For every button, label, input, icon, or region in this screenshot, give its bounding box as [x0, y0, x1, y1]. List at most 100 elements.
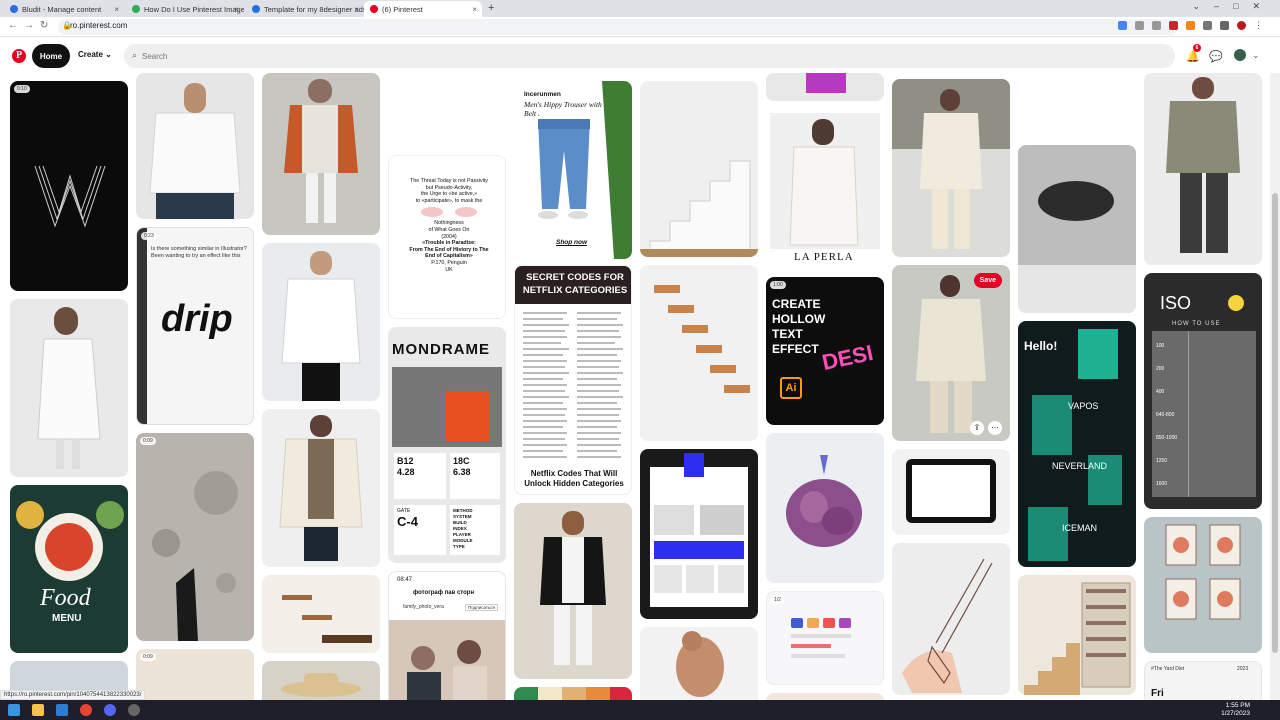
pin-drip-illustrator[interactable]: 0:23 Is there something similar in Illus… [136, 227, 254, 425]
url-box[interactable]: 🔒 [58, 19, 1178, 35]
pin-colorful-coat-runway[interactable] [262, 73, 380, 235]
window-controls[interactable]: ⌄–□✕ [1192, 1, 1274, 12]
pin-quote-poster[interactable]: The Threat Today is not Passivity but Ps… [388, 155, 506, 319]
quote-line: of What Goes On [428, 226, 470, 233]
extension-icon[interactable] [1169, 21, 1178, 30]
chrome-icon[interactable] [80, 704, 92, 716]
close-icon[interactable]: × [234, 5, 239, 14]
avatar[interactable] [1234, 49, 1246, 61]
pin-cream-coat[interactable] [262, 409, 380, 567]
pin-image [791, 618, 851, 658]
section-word: NEVERLAND [1052, 461, 1108, 471]
pin-coral-prints[interactable] [1144, 517, 1262, 653]
browser-tab-template[interactable]: Template for my 8designer ads × [246, 1, 364, 17]
pin-cream-suit-runway[interactable]: Save ⇪ ⋯ [892, 265, 1010, 441]
pin-white-staircase[interactable] [640, 81, 758, 257]
browser-tab-bludit[interactable]: Bludit - Manage content × [4, 1, 124, 17]
google-icon[interactable] [1118, 21, 1127, 30]
word: TYPE [453, 544, 465, 549]
pin-caption: Is there something similar in Illustrato… [151, 246, 247, 259]
sidebar-icon[interactable] [1220, 21, 1229, 30]
star-icon[interactable] [1152, 21, 1161, 30]
browser-tab-pinterest[interactable]: (6) Pinterest × [364, 1, 482, 17]
search-input[interactable] [142, 48, 542, 64]
home-button[interactable]: Home [32, 44, 70, 68]
pin-wire-vase[interactable] [892, 543, 1010, 695]
page-scrollbar[interactable] [1270, 73, 1280, 700]
pin-image [34, 165, 106, 228]
pin-cream-outfit-runway[interactable] [892, 79, 1010, 257]
video-duration-badge: 0:23 [141, 232, 157, 240]
pin-bookshelf-stairs[interactable] [1018, 575, 1136, 695]
pin-iso-guide[interactable]: ISO HOW TO USE 100 200 400 640-800 850-1… [1144, 273, 1262, 509]
pin-moon-surface[interactable]: 0:09 [136, 433, 254, 641]
new-tab-button[interactable]: + [488, 2, 494, 14]
pin-photographer-story[interactable]: 08:47 фотограф пав сторн family_photo_ve… [388, 571, 506, 700]
pin-dried-plant[interactable]: 0:09 [136, 649, 254, 700]
url-text[interactable]: ro.pinterest.com [70, 21, 127, 30]
mail-icon[interactable] [56, 704, 68, 716]
pin-floating-stairs[interactable] [262, 575, 380, 653]
metamask-icon[interactable] [1186, 21, 1195, 30]
save-button[interactable]: Save [973, 273, 1002, 288]
pin-logo-design-video[interactable]: 0:10 [10, 81, 128, 291]
pin-straw-hat[interactable] [262, 661, 380, 700]
puzzle-icon[interactable] [1203, 21, 1212, 30]
close-icon[interactable]: × [472, 5, 477, 14]
more-options-icon[interactable]: ⋯ [988, 421, 1002, 435]
chevron-down-icon[interactable]: ⌄ [1252, 50, 1260, 61]
pin-peach-card[interactable] [766, 693, 884, 700]
reload-icon[interactable]: ↻ [40, 20, 48, 31]
pin-netflix-codes[interactable]: SECRET CODES FOR NETFLIX CATEGORIES Netf… [514, 265, 632, 495]
pin-image [786, 455, 862, 547]
pin-nike-web-design[interactable] [640, 449, 758, 619]
messages-icon[interactable]: 💬 [1209, 50, 1223, 63]
pin-food-menu[interactable]: Food MENU [10, 485, 128, 653]
pin-la-perla[interactable]: LA PERLA [766, 109, 884, 269]
word-card: METHOD SYSTEM BUILD INDEX PLAYER MODULE … [450, 505, 500, 555]
browser-tab-how-do-i-use[interactable]: How Do I Use Pinterest Images × [126, 1, 244, 17]
pin-purple-fashion[interactable] [766, 73, 884, 101]
pin-white-blazer[interactable] [262, 243, 380, 401]
pin-color-palette[interactable] [514, 687, 632, 700]
share-icon[interactable]: ⇪ [970, 421, 984, 435]
pin-hollow-text-effect[interactable]: 1:00 CREATE HOLLOW TEXT EFFECT Ai DESI [766, 277, 884, 425]
create-menu-button[interactable]: Create ⌄ [78, 50, 112, 59]
pin-hippy-trouser-ad[interactable]: Incerunmen Men's Hippy Trouser with Belt… [514, 81, 632, 259]
pin-ui-dashboard[interactable]: 1/2 [766, 591, 884, 685]
pin-white-robe-runway[interactable] [10, 299, 128, 477]
discord-icon[interactable] [104, 704, 116, 716]
windows-start-icon[interactable] [8, 704, 20, 716]
pin-teal-web-design[interactable]: Hello! VAPOS NEVERLAND ICEMAN [1018, 321, 1136, 567]
menu-icon[interactable]: ⋮ [1254, 20, 1263, 31]
forward-icon[interactable]: → [24, 20, 34, 31]
pin-stone-sculpture[interactable] [1018, 145, 1136, 313]
share-icon[interactable] [1135, 21, 1144, 30]
close-icon[interactable]: × [114, 5, 119, 14]
pin-muscle-pose[interactable] [640, 627, 758, 700]
extensions-area: ⋮ [1118, 20, 1263, 31]
pin-image [540, 511, 606, 665]
pin-garlic-bag[interactable] [766, 433, 884, 583]
pin-tablet-mockup[interactable] [892, 449, 1010, 535]
pin-yard-diet[interactable]: #The Yard Diet 2023 Fri [1144, 661, 1262, 700]
app-icon[interactable] [128, 704, 140, 716]
pin-grey-sweater-model[interactable] [1144, 73, 1262, 265]
chevron-down-icon: ⌄ [105, 50, 112, 59]
pin-image [892, 79, 1010, 249]
back-icon[interactable]: ← [8, 20, 18, 31]
file-explorer-icon[interactable] [32, 704, 44, 716]
ad-brand: Incerunmen [524, 91, 561, 98]
pin-black-jacket-runway[interactable] [514, 503, 632, 679]
scrollbar-thumb[interactable] [1272, 193, 1278, 653]
search-bar[interactable]: ⌕ [124, 44, 1175, 68]
pin-image [16, 501, 124, 581]
profile-icon[interactable] [1237, 21, 1246, 30]
pin-white-shirt-model[interactable] [136, 73, 254, 219]
page-favicon-icon [252, 5, 260, 13]
pin-mondrame-typography[interactable]: MONDRAME B12 4.28 18C 6.38 GATE C-4 METH… [388, 327, 506, 563]
pin-wooden-staircase[interactable] [640, 265, 758, 441]
taskbar-clock[interactable]: 1:55 PM 1/27/2023 [1221, 702, 1250, 718]
pinterest-logo-icon[interactable]: P [12, 49, 26, 63]
close-icon[interactable]: × [354, 5, 359, 14]
